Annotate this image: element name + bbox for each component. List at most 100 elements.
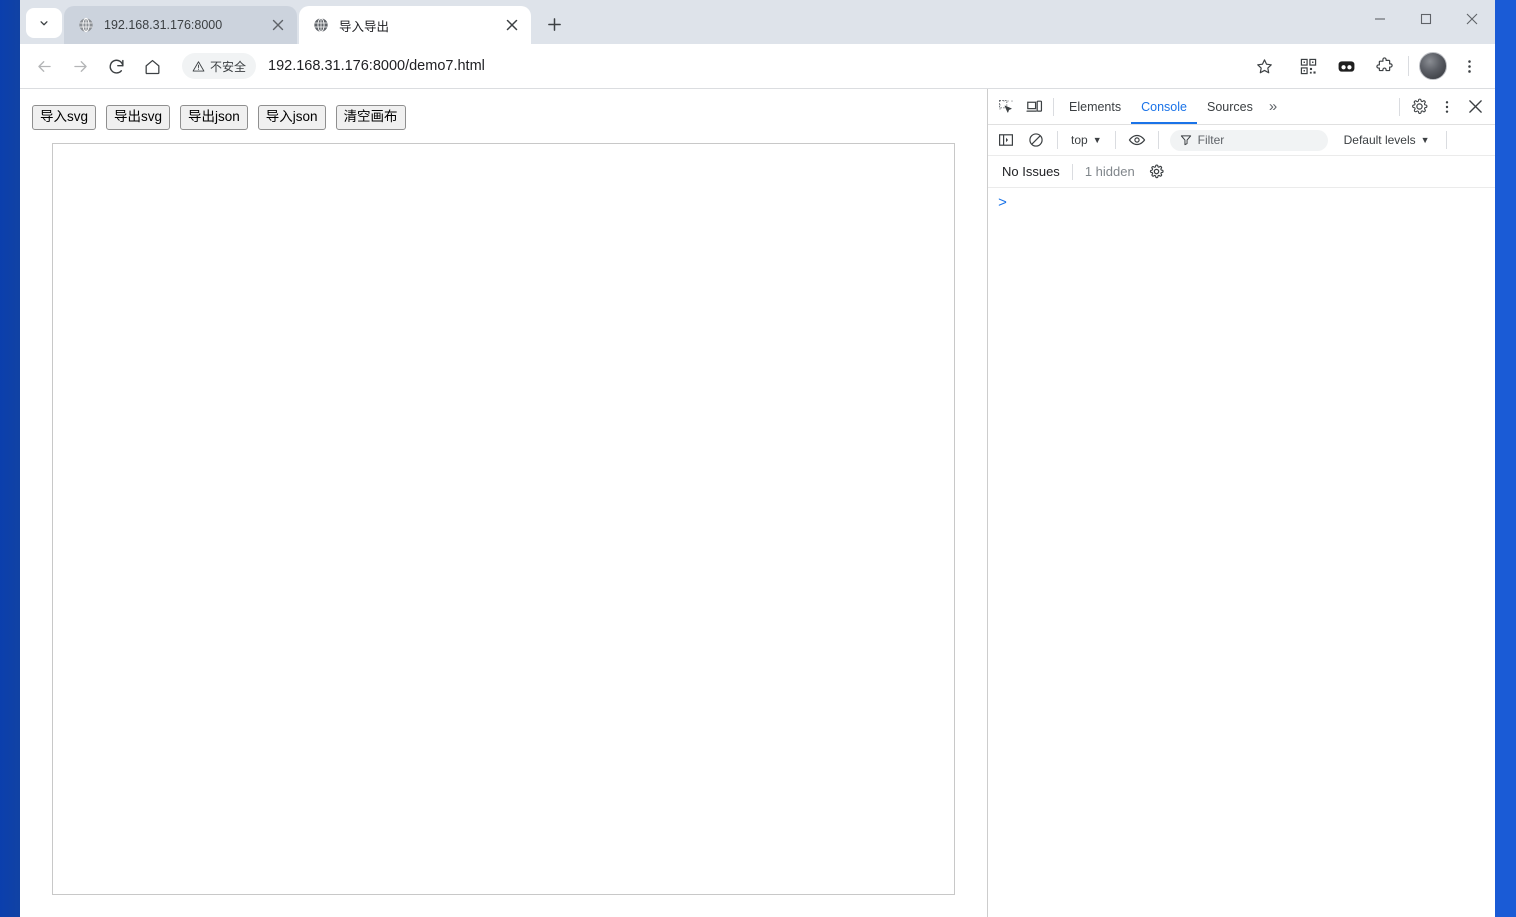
console-toolbar-divider-3 [1157,131,1159,149]
console-prompt-caret: > [998,195,1008,212]
clear-console-icon [1029,133,1043,147]
filter-funnel-icon [1180,135,1191,146]
chevron-down-icon: ▼ [1092,135,1102,145]
console-settings-button[interactable] [1145,160,1169,184]
close-icon [272,19,284,31]
home-button[interactable] [136,50,168,82]
device-toolbar-button[interactable] [1020,93,1048,121]
console-context-label: top [1071,133,1088,147]
maximize-button[interactable] [1403,0,1449,38]
browser-tab-1[interactable]: 192.168.31.176:8000 [64,6,297,44]
inspect-element-icon [999,99,1013,113]
chevron-down-icon [40,21,48,26]
globe-icon [314,17,328,33]
browser-window: 192.168.31.176:8000 导入导出 不安全 192.168.31.… [20,0,1495,917]
inspect-element-button[interactable] [992,93,1020,121]
navigation-toolbar: 不安全 192.168.31.176:8000/demo7.html [20,44,1495,89]
device-toolbar-icon [1025,100,1042,112]
browser-tab-2[interactable]: 导入导出 [299,6,531,44]
minimize-icon [1375,18,1385,20]
security-status-chip[interactable]: 不安全 [182,53,257,79]
export-json-button[interactable]: 导出json [180,105,248,130]
back-button[interactable] [28,50,60,82]
console-prompt-row[interactable]: > [988,188,1495,214]
gear-icon [1150,164,1164,179]
tab-console[interactable]: Console [1131,89,1197,124]
tab-title: 导入导出 [339,19,390,34]
clear-console-button[interactable] [1022,126,1050,154]
close-button[interactable] [1449,0,1495,38]
console-log-levels-label: Default levels [1343,133,1416,147]
page-toolbar: 导入svg 导出svg 导出json 导入json 清空画布 [32,105,406,130]
address-bar[interactable]: 不安全 192.168.31.176:8000/demo7.html [178,50,1240,82]
close-icon [1466,13,1478,25]
window-controls [1357,0,1495,38]
devtools-close-button[interactable] [1461,93,1489,121]
console-filter-input[interactable]: Filter [1169,129,1328,151]
forward-button[interactable] [64,50,96,82]
tab-elements[interactable]: Elements [1059,89,1131,124]
console-message-list[interactable]: > [988,188,1495,917]
devtools-divider-2 [1399,97,1400,116]
export-svg-button[interactable]: 导出svg [106,105,171,130]
issues-bar-divider [1071,163,1073,180]
puzzle-piece-icon [1375,56,1393,71]
qr-code-button[interactable] [1292,50,1324,82]
close-icon [1468,100,1482,113]
console-toolbar-divider-2 [1114,131,1116,149]
reload-button[interactable] [100,50,132,82]
warning-triangle-icon [192,60,205,72]
minimize-button[interactable] [1357,0,1403,38]
web-page-viewport: 导入svg 导出svg 导出json 导入json 清空画布 [20,89,988,917]
devtools-settings-button[interactable] [1405,93,1433,121]
devtools-more-menu-button[interactable] [1433,93,1461,121]
drawing-canvas[interactable] [52,143,955,895]
import-svg-button[interactable]: 导入svg [32,105,97,130]
tab-sources[interactable]: Sources [1197,89,1263,124]
console-sidebar-toggle-button[interactable] [992,126,1020,154]
home-icon [145,59,159,74]
bookmark-star-icon [1256,58,1272,73]
devtools-panel: Elements Console Sources » top ▼ Filter … [988,89,1495,917]
profile-avatar[interactable] [1419,52,1447,80]
extensions-button[interactable] [1368,50,1400,82]
import-json-button[interactable]: 导入json [257,105,326,130]
back-arrow-icon [37,60,51,72]
clear-canvas-button[interactable]: 清空画布 [335,105,406,130]
new-tab-button[interactable] [539,9,569,39]
gear-icon [1411,98,1427,114]
console-input[interactable] [1007,196,1487,212]
browser-menu-button[interactable] [1453,50,1485,82]
chevron-down-icon: ▼ [1420,135,1430,145]
reload-icon [109,59,124,74]
tab-close-button[interactable] [501,14,523,36]
console-context-selector[interactable]: top ▼ [1065,131,1108,149]
console-log-levels-selector[interactable]: Default levels ▼ [1338,131,1436,149]
tab-title: 192.168.31.176:8000 [104,18,223,32]
console-issues-bar: No Issues 1 hidden [988,156,1495,188]
no-issues-label[interactable]: No Issues [1002,164,1060,179]
console-filter-placeholder: Filter [1197,133,1225,147]
console-toolbar: top ▼ Filter Default levels ▼ [988,125,1495,156]
bookmark-button[interactable] [1248,50,1280,82]
devtools-divider [1053,97,1054,116]
maximize-icon [1420,13,1432,25]
split-view-button[interactable] [1330,50,1362,82]
three-dot-menu-icon [1467,59,1471,73]
devtools-tab-bar: Elements Console Sources » [988,89,1495,125]
console-sidebar-toggle-icon [999,134,1013,146]
url-text[interactable]: 192.168.31.176:8000/demo7.html [268,58,485,74]
console-toolbar-divider-4 [1445,131,1447,149]
tab-close-button[interactable] [267,14,289,36]
more-tabs-button[interactable]: » [1263,89,1283,124]
desktop-background: 192.168.31.176:8000 导入导出 不安全 192.168.31.… [0,0,1516,917]
globe-icon [79,17,93,33]
plus-icon [547,17,561,31]
forward-arrow-icon [73,60,87,72]
live-expression-button[interactable] [1123,126,1151,154]
content-area: 导入svg 导出svg 导出json 导入json 清空画布 Elements … [20,89,1495,917]
close-icon [506,19,518,31]
tab-search-button[interactable] [26,8,62,38]
split-view-icon [1338,60,1354,72]
hidden-messages-label[interactable]: 1 hidden [1085,164,1135,179]
